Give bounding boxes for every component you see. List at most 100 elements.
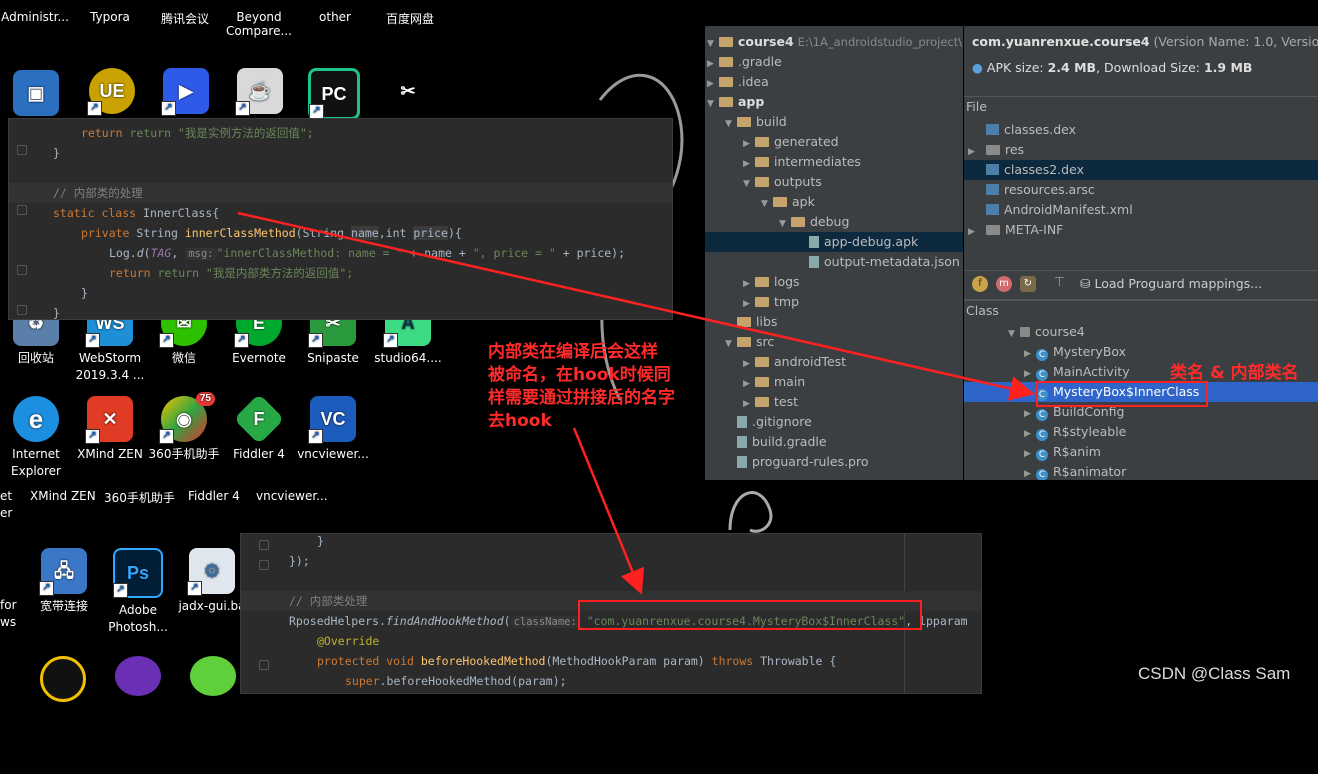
file-icon: [986, 164, 999, 175]
xmind-desktop-icon[interactable]: ✕ ↗ XMind ZEN: [74, 396, 146, 463]
project-tree-panel[interactable]: ▼ course4 E:\1A_androidstudio_project\ccu…: [705, 26, 963, 480]
tree-item-label: intermediates: [774, 154, 861, 169]
apk-file-item[interactable]: resources.arsc: [964, 180, 1318, 200]
fiddler-desktop-icon[interactable]: F Fiddler 4: [223, 393, 295, 463]
tree-item[interactable]: ▼ app: [705, 92, 963, 112]
tree-item[interactable]: ▶ .idea: [705, 72, 963, 92]
code-string: "innerClassMethod: name = ": [216, 246, 404, 260]
reference-filter-icon[interactable]: ↻: [1020, 276, 1036, 292]
apk-package-name: com.yuanrenxue.course4: [972, 34, 1150, 49]
field-filter-icon[interactable]: f: [972, 276, 988, 292]
apk-file-item[interactable]: ▶ res: [964, 140, 1318, 160]
tree-item[interactable]: ▶ logs: [705, 272, 963, 292]
code-args: (String: [295, 226, 352, 240]
class-item[interactable]: ▶ C MysteryBox: [964, 342, 1318, 362]
360-desktop-icon[interactable]: ◉ ↗ 75 360手机助手: [148, 392, 220, 463]
tree-item[interactable]: build.gradle: [705, 432, 963, 452]
tree-item-label: .gradle: [738, 54, 782, 69]
desktop-row4-label-1: XMind ZEN: [30, 489, 96, 503]
chevron-down-icon: ▼: [1008, 329, 1015, 339]
desktop-label-baidu-pan[interactable]: 百度网盘: [375, 10, 445, 27]
folder-icon: [755, 177, 769, 187]
tree-item[interactable]: ▶ intermediates: [705, 152, 963, 172]
tree-item[interactable]: ▼ apk: [705, 192, 963, 212]
ps-glyph: Ps: [126, 562, 150, 583]
desktop-label-beyond-compare[interactable]: Beyond Compare...: [222, 10, 296, 38]
apk-file-item[interactable]: classes.dex: [964, 120, 1318, 140]
class-root[interactable]: ▼ course4: [1008, 322, 1085, 342]
computer-desktop-icon[interactable]: ▣: [0, 70, 72, 120]
tree-item-label: libs: [756, 314, 778, 329]
qq-icon[interactable]: [40, 656, 86, 702]
load-proguard-label: Load Proguard mappings...: [1094, 276, 1263, 291]
apk-file-label: res: [1005, 142, 1025, 157]
method-filter-icon[interactable]: m: [996, 276, 1012, 292]
chevron-right-icon: ▶: [1024, 469, 1031, 479]
jadx-desktop-icon[interactable]: ⚙ ↗ jadx-gui.ba: [176, 548, 248, 615]
tree-item-label: logs: [774, 274, 800, 289]
photoshop-desktop-icon[interactable]: Ps ↗ Adobe Photosh...: [102, 548, 174, 636]
desktop-icon-label: 宽带连接: [39, 599, 88, 613]
tree-icon[interactable]: ⊤: [1054, 275, 1065, 290]
class-icon: C: [1036, 429, 1048, 441]
apk-file-item[interactable]: ▶ META-INF: [964, 220, 1318, 240]
tree-item-label: androidTest: [774, 354, 847, 369]
class-item-label: MysteryBox: [1053, 344, 1127, 359]
tree-item[interactable]: output-metadata.json: [705, 252, 963, 272]
background-artwork-2: [728, 491, 773, 533]
tree-item[interactable]: ▶ generated: [705, 132, 963, 152]
code-keyword: super: [345, 674, 380, 688]
desktop-label-admin[interactable]: Administr...: [0, 10, 70, 24]
desktop-label-typora[interactable]: Typora: [75, 10, 145, 24]
apk-header: com.yuanrenxue.course4 (Version Name: 1.…: [964, 26, 1318, 90]
apk-analyzer-panel[interactable]: com.yuanrenxue.course4 (Version Name: 1.…: [964, 26, 1318, 480]
apk-file-item[interactable]: classes2.dex: [964, 160, 1318, 180]
broadband-desktop-icon[interactable]: 🖧 ↗ 宽带连接: [28, 548, 100, 615]
load-proguard-button[interactable]: ⛁ Load Proguard mappings...: [1080, 276, 1262, 291]
tree-item[interactable]: ▶ .gradle: [705, 52, 963, 72]
tree-item[interactable]: ▼ outputs: [705, 172, 963, 192]
purple-app-icon[interactable]: [115, 656, 161, 696]
code-editor-top[interactable]: return return "我是实例方法的返回值"; } // 内部类的处理 …: [8, 118, 673, 320]
tree-item[interactable]: proguard-rules.pro: [705, 452, 963, 472]
desktop-label-other[interactable]: other: [300, 10, 370, 24]
class-item-label: R$animator: [1053, 464, 1127, 479]
project-root[interactable]: ▼ course4 E:\1A_androidstudio_project\ccu: [707, 32, 963, 52]
tree-item[interactable]: ▼ src: [705, 332, 963, 352]
tree-item[interactable]: ▼ build: [705, 112, 963, 132]
tree-item[interactable]: libs: [705, 312, 963, 332]
code-class-name: InnerClass{: [143, 206, 220, 220]
green-app-icon[interactable]: [190, 656, 236, 696]
tree-item[interactable]: .gitignore: [705, 412, 963, 432]
tree-item-label: main: [774, 374, 806, 389]
class-item[interactable]: ▶ C R$styleable: [964, 422, 1318, 442]
tree-item[interactable]: ▼ debug: [705, 212, 963, 232]
chevron-down-icon: ▼: [725, 119, 732, 129]
ultraedit-desktop-icon[interactable]: UE ↗: [76, 68, 148, 118]
file-icon: [737, 456, 747, 468]
download-size-label: , Download Size:: [1096, 60, 1204, 75]
desktop-icon-label: vncviewer...: [297, 447, 369, 461]
tencent-video-desktop-icon[interactable]: ▶ ↗: [150, 68, 222, 118]
tree-item[interactable]: ▶ test: [705, 392, 963, 412]
class-item[interactable]: ▶ C R$anim: [964, 442, 1318, 462]
tree-item[interactable]: app-debug.apk: [705, 232, 963, 252]
tree-item[interactable]: ▶ androidTest: [705, 352, 963, 372]
desktop-label-tencent-meeting[interactable]: 腾讯会议: [150, 10, 220, 27]
chevron-down-icon: ▼: [707, 99, 714, 109]
teapot-icon: ☕ ↗: [235, 68, 283, 116]
class-item[interactable]: ▶ C R$animator: [964, 462, 1318, 480]
apk-file-item[interactable]: AndroidManifest.xml: [964, 200, 1318, 220]
code-expr: + name +: [403, 246, 473, 260]
tree-item[interactable]: ▶ tmp: [705, 292, 963, 312]
ie-desktop-icon[interactable]: e Internet Explorer: [0, 396, 72, 480]
capcut-desktop-icon[interactable]: ✂: [372, 68, 444, 118]
code-line: return: [81, 126, 130, 140]
tree-item[interactable]: ▶ main: [705, 372, 963, 392]
code-comment: // 内部类处理: [289, 594, 368, 608]
teapot-desktop-icon[interactable]: ☕ ↗: [224, 68, 296, 118]
desktop-icon-label: Adobe Photosh...: [108, 603, 168, 634]
pycharm-desktop-icon[interactable]: PC ↗: [298, 68, 370, 124]
vnc-desktop-icon[interactable]: VC ↗ vncviewer...: [297, 396, 369, 463]
code-type: Throwable {: [760, 654, 837, 668]
